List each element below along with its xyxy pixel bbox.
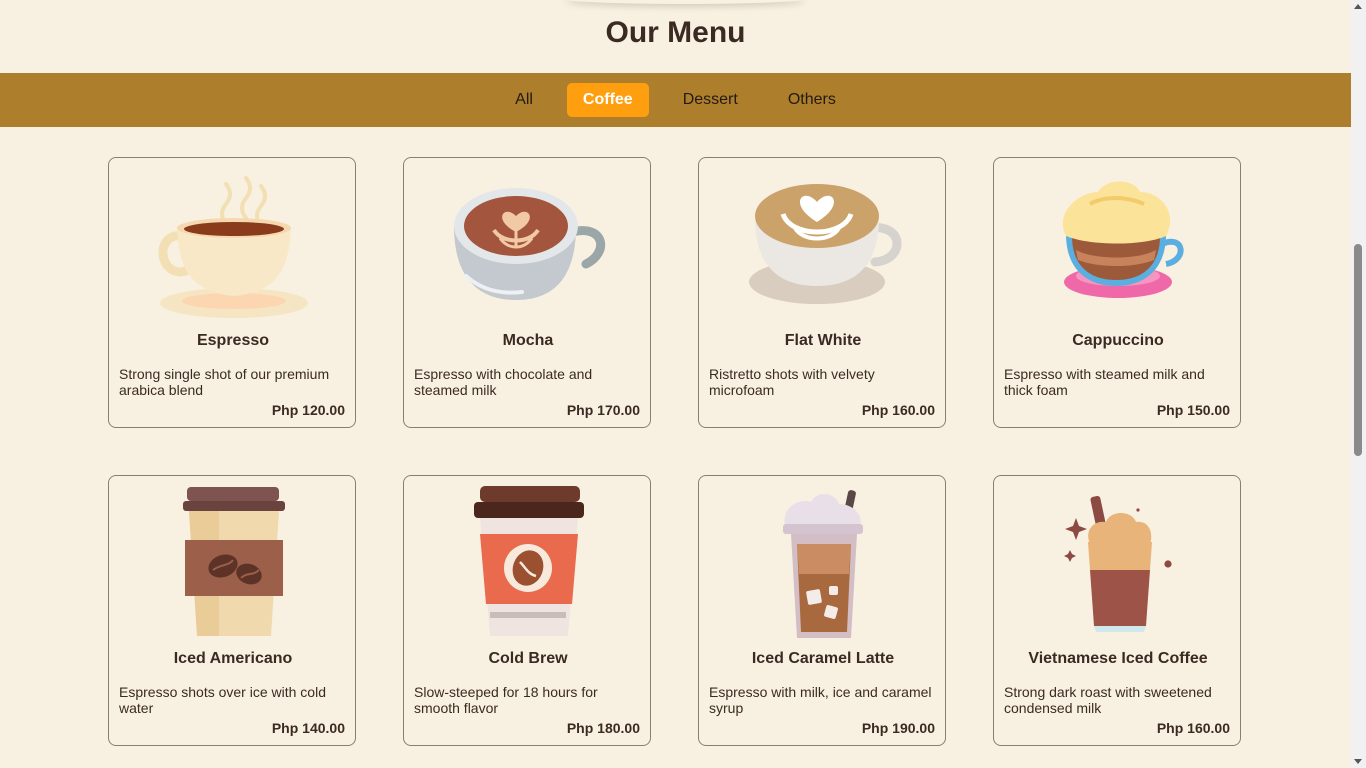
item-price: Php 190.00 <box>861 720 935 736</box>
item-price: Php 140.00 <box>271 720 345 736</box>
item-name: Iced Caramel Latte <box>751 650 895 667</box>
page-title: Our Menu <box>605 16 746 49</box>
iced-caramel-latte-icon <box>783 490 863 638</box>
cold-brew-cup-icon <box>474 486 584 636</box>
item-name: Cappuccino <box>1072 332 1164 349</box>
tab-others[interactable]: Others <box>772 83 852 117</box>
item-name: Flat White <box>784 332 862 349</box>
menu-card-espresso[interactable]: Espresso Strong single shot of our premi… <box>108 157 356 428</box>
tab-dessert[interactable]: Dessert <box>667 83 754 117</box>
espresso-cup-icon <box>158 176 308 318</box>
item-description: Espresso with milk, ice and caramel syru… <box>709 684 932 716</box>
menu-card-iced-caramel-latte[interactable]: Iced Caramel Latte Espresso with milk, i… <box>698 475 946 746</box>
menu-card-cold-brew[interactable]: Cold Brew Slow-steeped for 18 hours for … <box>403 475 651 746</box>
item-price: Php 160.00 <box>861 402 935 418</box>
item-price: Php 170.00 <box>566 402 640 418</box>
item-name: Espresso <box>196 332 270 349</box>
tab-coffee[interactable]: Coffee <box>566 83 649 117</box>
item-name: Vietnamese Iced Coffee <box>1028 650 1208 667</box>
tab-all[interactable]: All <box>499 83 549 117</box>
item-price: Php 160.00 <box>1156 720 1230 736</box>
item-name: Iced Americano <box>173 650 293 667</box>
header-shadow <box>565 0 805 4</box>
item-description: Strong dark roast with sweetened condens… <box>1004 684 1212 716</box>
item-price: Php 120.00 <box>271 402 345 418</box>
mocha-cup-icon <box>454 188 606 300</box>
item-price: Php 180.00 <box>566 720 640 736</box>
item-name: Mocha <box>502 332 554 349</box>
menu-card-cappuccino[interactable]: Cappuccino Espresso with steamed milk an… <box>993 157 1241 428</box>
menu-page: Our Menu All Coffee Dessert Others Espre… <box>0 0 1351 768</box>
item-description: Espresso with steamed milk and thick foa… <box>1004 366 1205 398</box>
vietnamese-iced-coffee-icon <box>1064 495 1172 632</box>
item-description: Espresso with chocolate and steamed milk <box>414 366 593 398</box>
item-description: Strong single shot of our premium arabic… <box>119 366 330 398</box>
item-price: Php 150.00 <box>1156 402 1230 418</box>
item-description: Espresso shots over ice with cold water <box>119 684 326 716</box>
category-tab-bar: All Coffee Dessert Others <box>0 73 1351 127</box>
menu-card-vietnamese-iced-coffee[interactable]: Vietnamese Iced Coffee Strong dark roast… <box>993 475 1241 746</box>
flat-white-cup-icon <box>749 184 902 304</box>
menu-card-flat-white[interactable]: Flat White Ristretto shots with velvety … <box>698 157 946 428</box>
item-description: Slow-steeped for 18 hours for smooth fla… <box>414 684 598 716</box>
cappuccino-cup-icon <box>1062 181 1184 298</box>
scroll-up-arrow-icon[interactable] <box>1354 4 1362 9</box>
menu-card-iced-americano[interactable]: Iced Americano Espresso shots over ice w… <box>108 475 356 746</box>
menu-card-mocha[interactable]: Mocha Espresso with chocolate and steame… <box>403 157 651 428</box>
item-description: Ristretto shots with velvety microfoam <box>709 366 875 398</box>
iced-americano-cup-icon <box>183 487 285 636</box>
scroll-down-arrow-icon[interactable] <box>1354 759 1362 764</box>
page-scrollbar[interactable] <box>1351 0 1366 768</box>
scrollbar-thumb[interactable] <box>1354 244 1362 456</box>
item-name: Cold Brew <box>488 650 568 667</box>
